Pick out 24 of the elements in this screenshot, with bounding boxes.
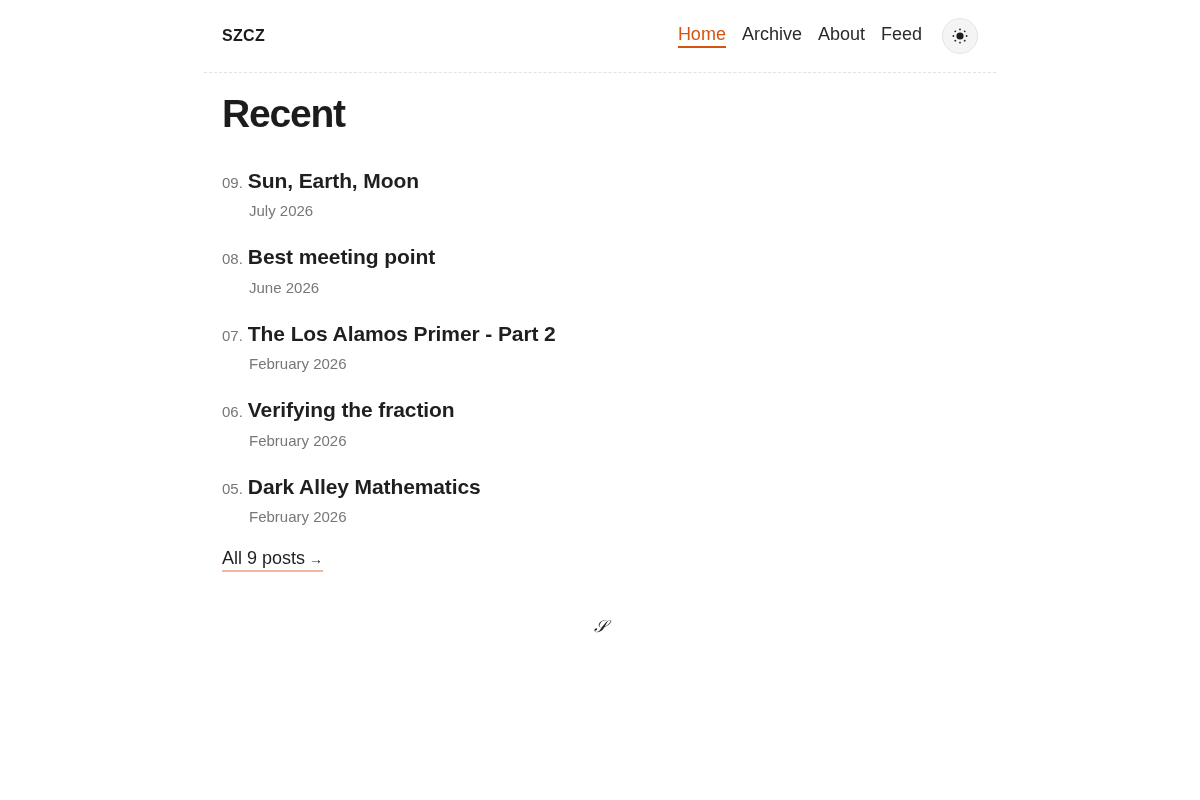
page-heading: Recent <box>222 93 347 136</box>
post-date: February 2026 <box>249 354 347 375</box>
nav-link[interactable]: Feed <box>880 23 922 49</box>
post-number: 08. <box>222 249 243 270</box>
nav-link[interactable]: About <box>817 23 865 49</box>
all-posts-link[interactable]: All 9 posts → <box>222 548 324 572</box>
post-title-link[interactable]: Sun, Earth, Moon <box>247 164 419 197</box>
post-number: 05. <box>222 478 243 499</box>
post-title-link[interactable]: Best meeting point <box>247 241 436 273</box>
post-date: June 2026 <box>249 277 320 298</box>
post-date: July 2026 <box>249 201 314 222</box>
sun-icon <box>952 28 968 44</box>
post-title-link[interactable]: Verifying the fraction <box>247 394 455 426</box>
post-number: 09. <box>222 172 243 193</box>
post-date: February 2026 <box>249 507 347 528</box>
post-date: February 2026 <box>249 430 347 451</box>
post-number: 06. <box>222 402 243 423</box>
site-logo[interactable]: SZCZ <box>222 24 265 48</box>
nav-link[interactable]: Archive <box>741 23 802 49</box>
post-title-link[interactable]: The Los Alamos Primer - Part 2 <box>247 317 556 350</box>
theme-toggle-button[interactable] <box>942 18 978 54</box>
post-number: 07. <box>222 325 243 346</box>
nav-link[interactable]: Home <box>677 23 726 49</box>
post-title-link[interactable]: Dark Alley Mathematics <box>247 470 481 503</box>
